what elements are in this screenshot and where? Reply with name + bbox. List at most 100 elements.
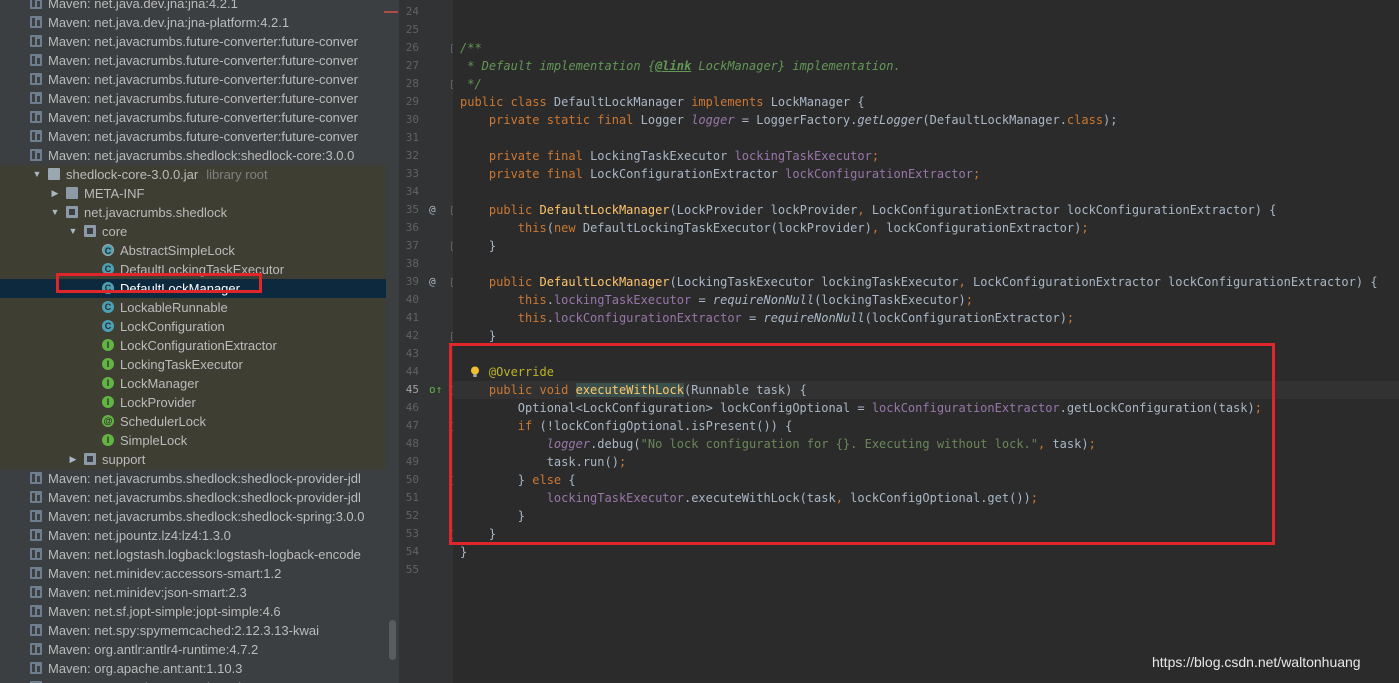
expand-arrow-icon[interactable]: ▼ <box>68 222 78 241</box>
line-number: 27 <box>405 59 419 72</box>
watermark-text: https://blog.csdn.net/waltonhuang <box>1152 654 1361 670</box>
tree-item[interactable]: I LockingTaskExecutor <box>0 355 386 374</box>
tree-item[interactable]: Maven: net.javacrumbs.shedlock:shedlock-… <box>0 507 386 526</box>
tree-item[interactable]: Maven: org.antlr:antlr4-runtime:4.7.2 <box>0 640 386 659</box>
tree-item-label: LockingTaskExecutor <box>120 357 243 372</box>
tree-scrollbar[interactable] <box>386 0 399 683</box>
tree-item[interactable]: C AbstractSimpleLock <box>0 241 386 260</box>
code-token: requireNonNull <box>712 293 815 307</box>
code-token: lockConfigurationExtractor <box>785 167 973 181</box>
library-icon <box>30 130 42 142</box>
code-line[interactable]: */ <box>460 75 481 93</box>
code-highlight-box <box>449 343 1275 545</box>
code-token: ; <box>965 293 974 307</box>
library-icon <box>30 73 42 85</box>
tree-item[interactable]: Maven: net.javacrumbs.future-converter:f… <box>0 70 386 89</box>
code-line[interactable]: public DefaultLockManager(LockProvider l… <box>460 201 1277 219</box>
code-line[interactable]: } <box>460 543 467 561</box>
tree-item-label: Maven: net.javacrumbs.shedlock:shedlock-… <box>48 490 361 505</box>
tree-item[interactable]: I LockManager <box>0 374 386 393</box>
tree-item[interactable]: ▶ support <box>0 450 386 469</box>
tree-item[interactable]: I SimpleLock <box>0 431 386 450</box>
code-token: = <box>691 293 713 307</box>
expand-arrow-icon[interactable]: ▼ <box>50 203 60 222</box>
tree-item[interactable]: Maven: net.javacrumbs.shedlock:shedlock-… <box>0 146 386 165</box>
library-icon <box>30 567 42 579</box>
package-icon <box>66 206 78 218</box>
tree-item[interactable]: @ SchedulerLock <box>0 412 386 431</box>
line-number: 48 <box>405 437 419 450</box>
code-line[interactable]: this(new DefaultLockingTaskExecutor(lock… <box>460 219 1089 237</box>
line-number: 24 <box>405 5 419 18</box>
code-line[interactable]: public DefaultLockManager(LockingTaskExe… <box>460 273 1378 291</box>
tree-scrollbar-thumb[interactable] <box>389 620 396 660</box>
tree-item[interactable]: Maven: net.javacrumbs.shedlock:shedlock-… <box>0 488 386 507</box>
code-token: this <box>517 311 547 325</box>
collapse-arrow-icon[interactable]: ▶ <box>50 184 60 203</box>
tree-item[interactable]: I LockProvider <box>0 393 386 412</box>
tree-item[interactable]: ▶ META-INF <box>0 184 386 203</box>
tree-item[interactable]: Maven: org.apache.ant:ant-launcher:1.10.… <box>0 678 386 683</box>
tree-item[interactable]: Maven: org.apache.ant:ant:1.10.3 <box>0 659 386 678</box>
library-icon <box>30 35 42 47</box>
lightbulb-icon[interactable] <box>470 366 480 378</box>
tree-item[interactable]: Maven: net.sf.jopt-simple:jopt-simple:4.… <box>0 602 386 621</box>
tree-item[interactable]: I LockConfigurationExtractor <box>0 336 386 355</box>
collapse-arrow-icon[interactable]: ▶ <box>68 450 78 469</box>
code-line[interactable]: this.lockingTaskExecutor = requireNonNul… <box>460 291 973 309</box>
line-number: 26 <box>405 41 419 54</box>
code-line[interactable]: private static final Logger logger = Log… <box>460 111 1118 129</box>
tree-item-label: Maven: net.javacrumbs.shedlock:shedlock-… <box>48 148 355 163</box>
override-marker-icon[interactable]: @ <box>429 203 436 216</box>
tree-item[interactable]: C LockableRunnable <box>0 298 386 317</box>
tree-item[interactable]: ▼ net.javacrumbs.shedlock <box>0 203 386 222</box>
tree-item[interactable]: Maven: net.java.dev.jna:jna:4.2.1 <box>0 0 386 13</box>
tree-item[interactable]: Maven: net.javacrumbs.future-converter:f… <box>0 51 386 70</box>
code-token: (LockingTaskExecutor lockingTaskExecutor <box>669 275 959 289</box>
tree-item[interactable]: Maven: net.logstash.logback:logstash-log… <box>0 545 386 564</box>
tree-item-label: SchedulerLock <box>120 414 206 429</box>
expand-arrow-icon[interactable]: ▼ <box>32 165 42 184</box>
tree-item-label: Maven: net.sf.jopt-simple:jopt-simple:4.… <box>48 604 281 619</box>
tree-item[interactable]: ▼ core <box>0 222 386 241</box>
code-token: private final <box>488 149 591 163</box>
code-token: ; <box>1066 311 1075 325</box>
library-icon <box>30 586 42 598</box>
code-token: , <box>857 203 872 217</box>
project-tree[interactable]: Maven: net.java.dev.jna:jna:4.2.1 Maven: … <box>0 0 386 683</box>
tree-item[interactable]: C LockConfiguration <box>0 317 386 336</box>
line-number: 41 <box>405 311 419 324</box>
package-icon <box>84 453 96 465</box>
tree-item-label: Maven: net.spy:spymemcached:2.12.3.13-kw… <box>48 623 319 638</box>
tree-item[interactable]: Maven: net.jpountz.lz4:lz4:1.3.0 <box>0 526 386 545</box>
tree-item[interactable]: Maven: net.minidev:json-smart:2.3 <box>0 583 386 602</box>
code-line[interactable]: private final LockingTaskExecutor lockin… <box>460 147 879 165</box>
code-line[interactable]: private final LockConfigurationExtractor… <box>460 165 980 183</box>
line-number: 52 <box>405 509 419 522</box>
tree-item[interactable]: Maven: net.spy:spymemcached:2.12.3.13-kw… <box>0 621 386 640</box>
implements-marker-icon[interactable]: o↑ <box>429 383 442 396</box>
tree-item-label: Maven: net.logstash.logback:logstash-log… <box>48 547 361 562</box>
code-editor[interactable]: /** * Default implementation {@link Lock… <box>453 0 1399 683</box>
tree-item[interactable]: Maven: net.minidev:accessors-smart:1.2 <box>0 564 386 583</box>
code-line[interactable]: /** <box>460 39 482 57</box>
tree-item[interactable]: Maven: net.javacrumbs.future-converter:f… <box>0 32 386 51</box>
code-line[interactable]: } <box>460 237 496 255</box>
code-token: = <box>741 311 764 325</box>
line-number: 33 <box>405 167 419 180</box>
tree-item[interactable]: Maven: net.javacrumbs.future-converter:f… <box>0 127 386 146</box>
line-number: 29 <box>405 95 419 108</box>
code-token: logger <box>691 113 735 127</box>
code-line[interactable]: public class DefaultLockManager implemen… <box>460 93 865 111</box>
code-line[interactable]: this.lockConfigurationExtractor = requir… <box>460 309 1074 327</box>
tree-item[interactable]: Maven: net.javacrumbs.future-converter:f… <box>0 108 386 127</box>
code-line[interactable]: * Default implementation {@link LockMana… <box>460 57 901 75</box>
tree-item[interactable]: ▼ shedlock-core-3.0.0.jar library root <box>0 165 386 184</box>
tree-item[interactable]: Maven: net.javacrumbs.future-converter:f… <box>0 89 386 108</box>
line-number: 55 <box>405 563 419 576</box>
tree-item[interactable]: Maven: net.java.dev.jna:jna-platform:4.2… <box>0 13 386 32</box>
override-marker-icon[interactable]: @ <box>429 275 436 288</box>
tree-item[interactable]: Maven: net.javacrumbs.shedlock:shedlock-… <box>0 469 386 488</box>
code-token: lockingTaskExecutor <box>734 149 872 163</box>
code-token: Logger <box>640 113 692 127</box>
